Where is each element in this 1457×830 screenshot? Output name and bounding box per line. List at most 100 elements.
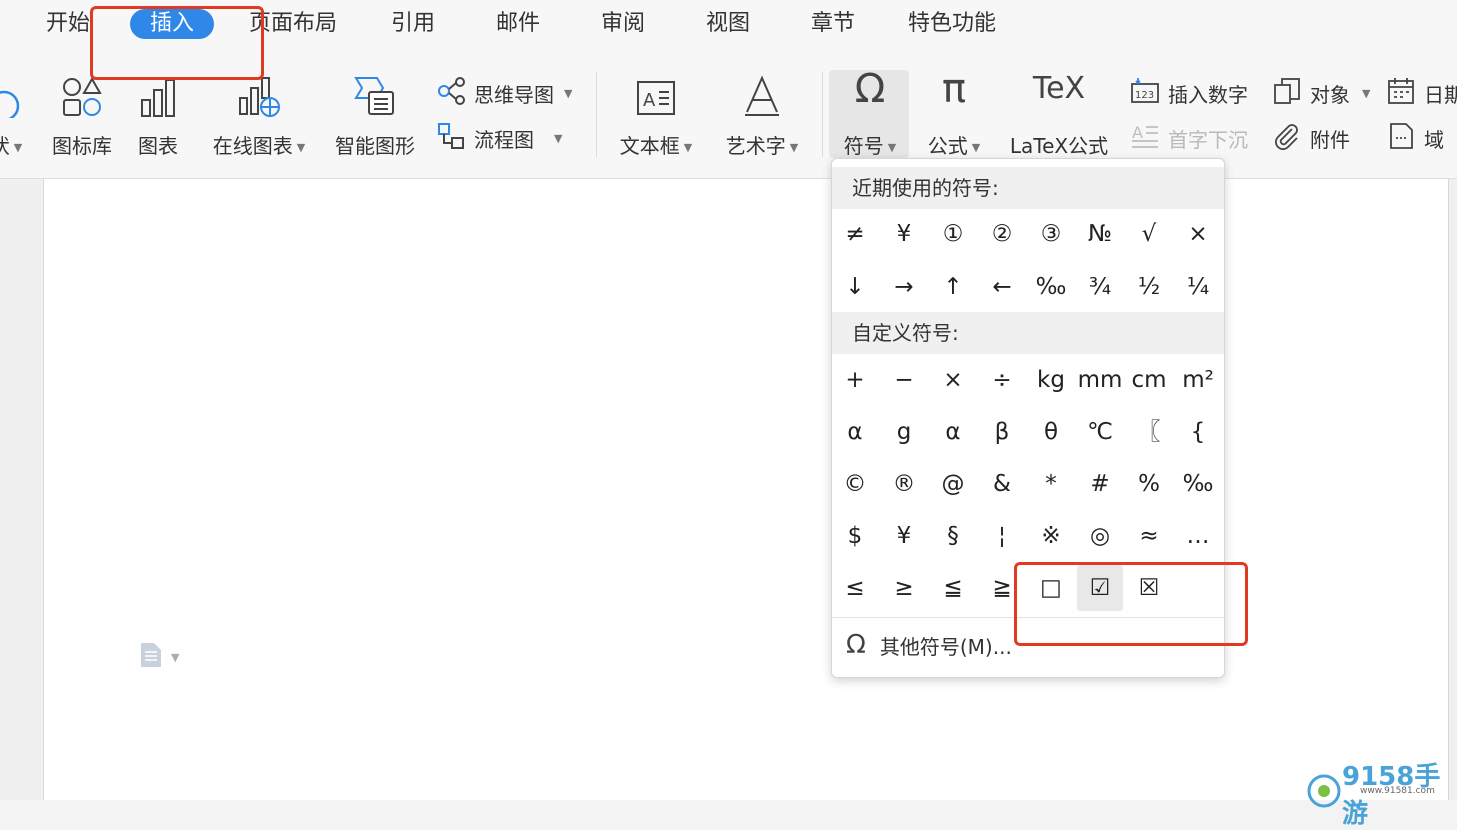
drop-cap-icon: A [1130, 121, 1160, 155]
latex-formula-button[interactable]: TeX LaTeX公式 [1006, 60, 1112, 159]
symbol-cell[interactable]: ¦ [979, 513, 1025, 559]
symbol-cell[interactable]: ↓ [832, 264, 878, 310]
symbol-cell[interactable]: □ [1028, 565, 1074, 611]
symbol-cell[interactable]: ‰ [1175, 461, 1221, 507]
symbol-cell[interactable]: 〖 [1126, 409, 1172, 455]
symbol-cell[interactable]: √ [1126, 211, 1172, 257]
symbol-cell[interactable]: ≠ [832, 211, 878, 257]
object-button[interactable]: 对象 ▼ [1272, 76, 1370, 110]
drop-cap-button[interactable]: A 首字下沉 [1130, 121, 1248, 155]
shapes-icon [0, 60, 26, 118]
tab-chapter[interactable]: 章节 [811, 9, 855, 39]
symbol-button[interactable]: Ω 符号 ▼ [838, 60, 902, 159]
symbol-cell[interactable]: ℃ [1077, 409, 1123, 455]
symbol-cell[interactable]: ≦ [930, 565, 976, 611]
symbol-cell[interactable]: ↑ [930, 264, 976, 310]
chart-button[interactable]: 图表 [136, 60, 180, 159]
field-icon [1386, 121, 1416, 155]
text-box-button[interactable]: A 文本框 ▼ [614, 60, 698, 159]
smart-graphic-icon [332, 60, 418, 118]
attachment-button[interactable]: 附件 [1272, 121, 1350, 155]
tab-review[interactable]: 审阅 [601, 9, 645, 39]
tab-references[interactable]: 引用 [391, 9, 435, 39]
mind-map-button[interactable]: 思维导图 ▼ [436, 76, 572, 110]
symbol-cell[interactable]: β [979, 409, 1025, 455]
document-page[interactable] [43, 179, 1449, 800]
symbol-cell[interactable]: © [832, 461, 878, 507]
tab-mailings[interactable]: 邮件 [496, 9, 540, 39]
symbol-cell[interactable]: ③ [1028, 211, 1074, 257]
field-button[interactable]: 域 [1386, 121, 1444, 155]
symbol-cell[interactable]: → [881, 264, 927, 310]
symbol-cell[interactable]: % [1126, 461, 1172, 507]
symbol-cell[interactable]: № [1077, 211, 1123, 257]
mind-map-icon [436, 76, 466, 110]
tab-insert[interactable]: 插入 [130, 9, 215, 39]
symbol-cell[interactable]: θ [1028, 409, 1074, 455]
symbol-cell[interactable]: ÷ [979, 357, 1025, 403]
mind-map-label: 思维导图 [474, 82, 554, 107]
symbol-cell[interactable]: g [881, 409, 927, 455]
symbol-cell[interactable]: m² [1175, 357, 1221, 403]
smart-graphic-button[interactable]: 智能图形 [332, 60, 418, 159]
tab-view[interactable]: 视图 [706, 9, 750, 39]
symbol-cell[interactable]: × [930, 357, 976, 403]
symbol-cell[interactable]: − [881, 357, 927, 403]
symbol-cell[interactable]: … [1175, 513, 1221, 559]
symbol-cell[interactable]: ※ [1028, 513, 1074, 559]
tab-special-features[interactable]: 特色功能 [908, 9, 996, 39]
online-chart-button[interactable]: 在线图表 ▼ [204, 60, 314, 159]
tab-home[interactable]: 开始 [46, 9, 90, 39]
symbol-cell[interactable]: { [1175, 409, 1221, 455]
symbol-cell[interactable]: ≈ [1126, 513, 1172, 559]
symbol-cell[interactable]: α [832, 409, 878, 455]
symbol-cell[interactable]: ½ [1126, 264, 1172, 310]
word-art-button[interactable]: 艺术字 ▼ [720, 60, 804, 159]
symbol-cell[interactable]: ¾ [1077, 264, 1123, 310]
symbol-dropdown-menu: 近期使用的符号: ≠ ¥ ① ② ③ № √ × ↓ → ↑ ← ‰ ¾ ½ ¼ 自定义符号: + − × ÷ kg m… [831, 158, 1225, 678]
insert-number-button[interactable]: 123 插入数字 [1130, 76, 1248, 110]
field-label: 域 [1424, 127, 1444, 152]
symbol-cell[interactable]: $ [832, 513, 878, 559]
tab-page-layout[interactable]: 页面布局 [249, 9, 337, 39]
symbol-cell[interactable]: kg [1028, 357, 1074, 403]
symbol-cell[interactable]: § [930, 513, 976, 559]
symbol-cell[interactable]: ¼ [1175, 264, 1221, 310]
word-art-label: 艺术字 [725, 134, 786, 158]
object-icon [1272, 76, 1302, 110]
more-symbols-item[interactable]: Ω 其他符号(M)... [846, 625, 1012, 665]
icon-library-button[interactable]: 图标库 [50, 60, 114, 159]
online-chart-label: 在线图表 [212, 134, 293, 158]
symbol-cell[interactable]: × [1175, 211, 1221, 257]
symbol-cell[interactable]: # [1077, 461, 1123, 507]
symbol-cell[interactable]: ☑ [1077, 565, 1123, 611]
symbol-cell[interactable]: α [930, 409, 976, 455]
symbol-cell[interactable]: & [979, 461, 1025, 507]
symbol-cell[interactable]: ¥ [881, 513, 927, 559]
symbol-cell[interactable]: ≧ [979, 565, 1025, 611]
symbol-cell[interactable]: + [832, 357, 878, 403]
omega-icon: Ω [854, 66, 886, 112]
symbol-cell[interactable]: ☒ [1126, 565, 1172, 611]
online-chart-icon [204, 60, 314, 118]
drop-cap-label: 首字下沉 [1168, 127, 1248, 152]
symbol-cell[interactable]: ① [930, 211, 976, 257]
symbol-cell[interactable]: mm [1077, 357, 1123, 403]
flowchart-button[interactable]: 流程图 ▼ [436, 121, 562, 155]
symbol-cell[interactable]: ≤ [832, 565, 878, 611]
symbol-cell[interactable]: ≥ [881, 565, 927, 611]
symbol-cell[interactable]: ® [881, 461, 927, 507]
symbol-cell[interactable]: ← [979, 264, 1025, 310]
symbol-cell[interactable]: * [1028, 461, 1074, 507]
date-button[interactable]: 日期 [1386, 76, 1457, 110]
shapes-button[interactable]: 状▼ [0, 60, 26, 159]
symbol-cell[interactable]: ¥ [881, 211, 927, 257]
symbol-cell[interactable]: @ [930, 461, 976, 507]
symbol-cell[interactable]: ② [979, 211, 1025, 257]
formula-button[interactable]: π 公式 ▼ [922, 60, 986, 159]
symbol-cell[interactable]: ‰ [1028, 264, 1074, 310]
symbol-cell[interactable]: ◎ [1077, 513, 1123, 559]
symbol-cell[interactable]: cm [1126, 357, 1172, 403]
flowchart-label: 流程图 [474, 127, 534, 152]
paragraph-layout-button[interactable]: ▼ [139, 642, 179, 672]
